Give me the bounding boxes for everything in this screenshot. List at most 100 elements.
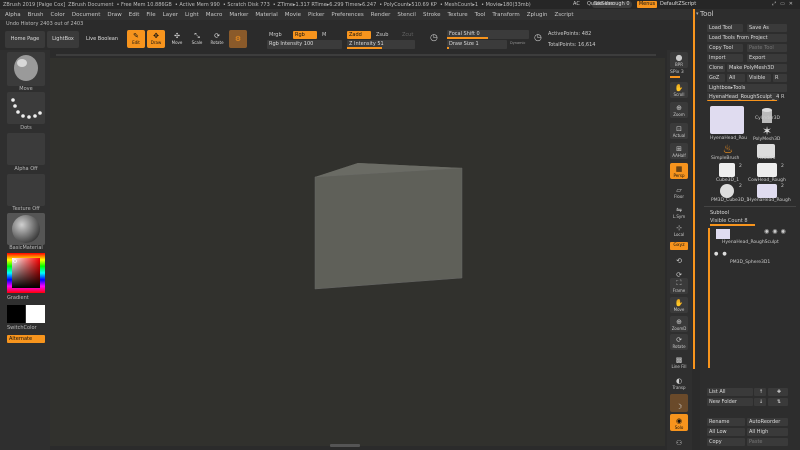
focal-shift-slider[interactable]: Focal Shift 0 [447, 30, 529, 39]
all-high-button[interactable]: All High [747, 428, 788, 436]
subtool-scrollbar[interactable] [708, 228, 710, 368]
tool-thumb-cube[interactable] [719, 163, 735, 177]
visible-button[interactable]: Visible [747, 74, 771, 82]
scale-button[interactable]: ⤡ Scale [188, 30, 206, 48]
sym-button[interactable]: ⟲ [670, 254, 688, 266]
r2-button[interactable]: R [781, 94, 784, 100]
scroll-button[interactable]: ✋ Scroll [670, 82, 688, 98]
lightbox-tools-button[interactable]: Lightbox▸Tools [707, 84, 787, 92]
all-low-button[interactable]: All Low [707, 428, 745, 436]
auto-reorder-button[interactable]: AutoReorder [747, 418, 788, 426]
alpha-selector[interactable] [7, 133, 45, 165]
zadd-button[interactable]: Zadd [347, 31, 371, 39]
color-picker[interactable] [7, 253, 45, 293]
collapse-icon[interactable]: ▾ [696, 11, 699, 17]
new-folder-button[interactable]: New Folder [707, 398, 753, 406]
edit-button[interactable]: ✎ Edit [127, 30, 145, 48]
draw-size-slider[interactable]: Draw Size 1 [447, 40, 507, 49]
rotate-button[interactable]: ⟳ Rotate [208, 30, 226, 48]
rgb-button[interactable]: Rgb [293, 31, 317, 39]
zoom-button[interactable]: ⊕ Zoom [670, 102, 688, 118]
main-color-swatch[interactable] [7, 305, 25, 323]
move-view-button[interactable]: ✋ Move [670, 297, 688, 313]
persp-button[interactable]: ▦ Persp [670, 163, 688, 179]
r-button[interactable]: R [773, 74, 787, 82]
line-fill-button[interactable]: ▩ Line Fill [670, 354, 688, 370]
canvas-viewport[interactable] [50, 58, 665, 446]
live-boolean-button[interactable]: Live Boolean [82, 31, 122, 48]
load-tools-from-project-button[interactable]: Load Tools From Project [707, 34, 787, 42]
menu-movie[interactable]: Movie [285, 12, 301, 18]
lightbox-button[interactable]: LightBox [47, 31, 79, 48]
undo-history-bar[interactable] [56, 54, 656, 56]
menu-file[interactable]: File [146, 12, 155, 18]
menu-tool[interactable]: Tool [475, 12, 486, 18]
menu-zplugin[interactable]: Zplugin [527, 12, 548, 18]
menu-zscript[interactable]: Zscript [554, 12, 573, 18]
menu-draw[interactable]: Draw [107, 12, 121, 18]
menu-marker[interactable]: Marker [229, 12, 248, 18]
subtool-row-1[interactable]: ●● PM3D_Sphere3D1 [710, 250, 790, 272]
solo-button[interactable]: ◉ Solo [670, 414, 688, 431]
zsub-button[interactable]: Zsub [376, 32, 388, 38]
list-all-button[interactable]: List All [707, 388, 753, 396]
transp-button[interactable]: ◐ Transp [670, 375, 688, 391]
bpr-button[interactable]: ● BPR [670, 52, 688, 68]
local-button[interactable]: ⊹ Local [670, 222, 688, 238]
aahalf-button[interactable]: ⊞ AAHalf [670, 143, 688, 159]
xpose-button[interactable]: ⚇ [670, 433, 688, 448]
ghost-button[interactable]: ☽ [670, 394, 688, 412]
copy-tool-button[interactable]: Copy Tool [707, 44, 743, 52]
menu-render[interactable]: Render [371, 12, 391, 18]
move-down-icon[interactable]: ⇅ [768, 398, 788, 406]
paste-button[interactable]: Paste [747, 438, 788, 446]
menu-brush[interactable]: Brush [28, 12, 44, 18]
make-polymesh-button[interactable]: Make PolyMesh3D [727, 64, 787, 72]
viewport-scroll-handle[interactable] [330, 444, 360, 447]
move-button[interactable]: ✣ Move [168, 30, 186, 48]
menu-transform[interactable]: Transform [492, 12, 519, 18]
menu-stencil[interactable]: Stencil [397, 12, 416, 18]
menu-stroke[interactable]: Stroke [423, 12, 441, 18]
zcut-button[interactable]: Zcut [402, 32, 413, 38]
stroke-selector[interactable] [7, 92, 45, 124]
menu-edit[interactable]: Edit [129, 12, 140, 18]
draw-button[interactable]: ✥ Draw [147, 30, 165, 48]
mrgb-button[interactable]: Mrgb [269, 32, 282, 38]
xyz-button[interactable]: Gxyz [670, 242, 688, 250]
load-tool-button[interactable]: Load Tool [707, 24, 743, 32]
rename-button[interactable]: Rename [707, 418, 745, 426]
floor-button[interactable]: ▱ Floor [670, 184, 688, 200]
frame-button[interactable]: ⛶ Frame [670, 278, 688, 294]
switch-color-button[interactable]: SwitchColor [7, 325, 45, 331]
goz-button[interactable]: GoZ [707, 74, 725, 82]
tool-panel-scrollbar[interactable] [693, 9, 695, 369]
m-button[interactable]: M [322, 32, 326, 38]
spix-slider[interactable]: SPix 3 [670, 70, 688, 79]
zoom3d-button[interactable]: ⊕ ZoomD [670, 316, 688, 332]
copy-button[interactable]: Copy [707, 438, 745, 446]
menu-color[interactable]: Color [51, 12, 65, 18]
menu-texture[interactable]: Texture [448, 12, 468, 18]
tool-thumb-hyenahead[interactable] [710, 106, 744, 134]
rotate-view-button[interactable]: ⟳ Rotate [670, 334, 688, 350]
clone-button[interactable]: Clone [707, 64, 725, 72]
menu-alpha[interactable]: Alpha [5, 12, 21, 18]
alternate-button[interactable]: Alternate [7, 335, 45, 343]
menu-preferences[interactable]: Preferences [331, 12, 363, 18]
gizmo-button[interactable]: ⚙ [229, 30, 247, 48]
gradient-label[interactable]: Gradient [7, 295, 45, 301]
default-zscript-button[interactable]: DefaultZScript [660, 0, 696, 9]
arrow-down-icon[interactable]: ↓ [754, 398, 766, 406]
menu-material[interactable]: Material [255, 12, 277, 18]
all-button[interactable]: All [727, 74, 745, 82]
subtool-row-0[interactable]: ◉◉◉ HyenaHead_RoughSculpt [710, 227, 790, 249]
material-selector[interactable] [7, 213, 45, 245]
texture-selector[interactable] [7, 174, 45, 206]
export-button[interactable]: Export [747, 54, 787, 62]
menus-button[interactable]: Menus [637, 1, 657, 8]
brush-selector[interactable] [7, 52, 45, 86]
rgb-intensity-slider[interactable]: Rgb Intensity 100 [267, 40, 342, 49]
z-intensity-slider[interactable]: Z Intensity 51 [347, 40, 415, 49]
menu-light[interactable]: Light [185, 12, 199, 18]
